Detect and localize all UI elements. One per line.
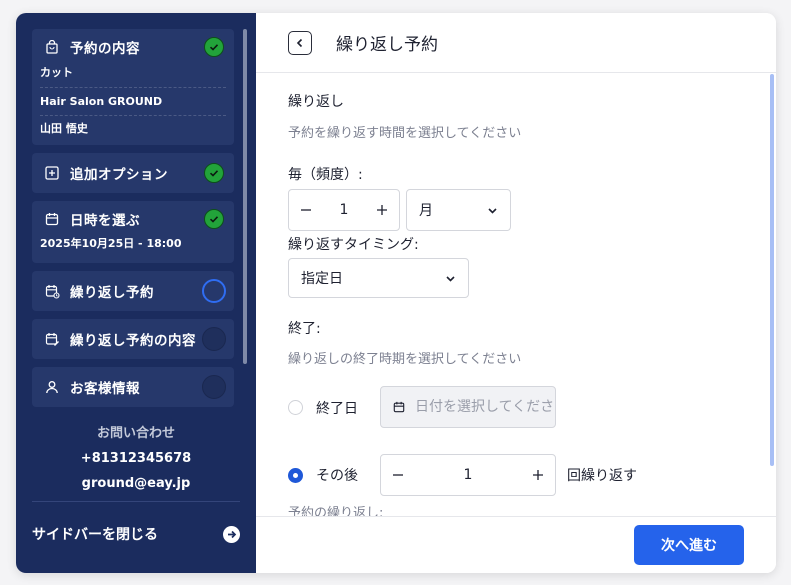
plus-icon[interactable]	[521, 455, 555, 495]
step-detail-datetime: 2025年10月25日 - 18:00	[40, 237, 182, 250]
back-button[interactable]	[288, 31, 312, 55]
contact-phone[interactable]: +81312345678	[16, 446, 256, 471]
step-title: 追加オプション	[70, 167, 168, 183]
step-title: お客様情報	[70, 381, 140, 397]
step-detail-salon: Hair Salon GROUND	[40, 95, 163, 108]
calendar-icon	[393, 401, 405, 413]
after-label: その後	[316, 468, 358, 484]
next-button[interactable]: 次へ進む	[634, 525, 744, 565]
step-recurring-details[interactable]: 繰り返し予約の内容	[32, 319, 234, 359]
close-sidebar-label: サイドバーを閉じる	[32, 527, 158, 543]
step-customer-info[interactable]: お客様情報	[32, 367, 234, 407]
chevron-down-icon	[488, 207, 497, 214]
footer: 次へ進む	[256, 516, 776, 573]
step-title: 繰り返し予約	[70, 285, 154, 301]
shopping-bag-icon	[44, 39, 60, 55]
check-circle-icon	[204, 37, 224, 57]
main-panel: 繰り返し予約 繰り返し 予約を繰り返す時間を選択してください 毎（頻度）: 1 …	[256, 13, 776, 573]
step-title: 予約の内容	[70, 41, 140, 57]
page-title: 繰り返し予約	[336, 35, 438, 55]
pending-circle-icon	[202, 375, 226, 399]
frequency-value: 1	[339, 202, 349, 218]
check-circle-icon	[204, 209, 224, 229]
contact-label: お問い合わせ	[96, 426, 175, 441]
step-select-datetime[interactable]: 日時を選ぶ 2025年10月25日 - 18:00	[32, 201, 234, 263]
sidebar-scrollbar[interactable]	[243, 29, 247, 364]
chevron-down-icon	[446, 275, 455, 282]
user-icon	[44, 379, 60, 395]
end-date-input[interactable]	[415, 399, 555, 415]
end-title: 終了:	[288, 321, 321, 337]
close-sidebar-button[interactable]: サイドバーを閉じる	[32, 521, 240, 547]
contact-info: お問い合わせ +81312345678 ground@eay.jp	[16, 421, 256, 496]
arrow-right-circle-icon	[223, 525, 240, 543]
step-recurring-booking[interactable]: 繰り返し予約	[32, 271, 234, 311]
frequency-unit-value: 月	[419, 203, 433, 219]
repeat-suffix: 回繰り返す	[567, 468, 637, 484]
page-header: 繰り返し予約	[256, 13, 776, 73]
step-detail-service: カット	[40, 66, 73, 79]
divider	[32, 501, 240, 502]
minus-icon[interactable]	[381, 455, 415, 495]
frequency-stepper[interactable]: 1	[288, 189, 400, 231]
timing-label: 繰り返すタイミング:	[288, 237, 419, 253]
sidebar: 予約の内容 カット Hair Salon GROUND 山田 悟史 追加オプショ…	[16, 13, 256, 573]
end-date-label: 終了日	[316, 401, 358, 417]
step-detail-staff: 山田 悟史	[40, 122, 88, 135]
progress-circle-icon	[202, 279, 226, 303]
frequency-label: 毎（頻度）:	[288, 167, 363, 183]
repeat-count-stepper[interactable]: 1	[380, 454, 556, 496]
calendar-edit-icon	[44, 331, 60, 347]
repeat-count-value: 1	[463, 467, 473, 483]
plus-square-icon	[44, 165, 60, 181]
calendar-repeat-icon	[44, 283, 60, 299]
recurrence-summary-label: 予約の繰り返し:	[288, 506, 384, 516]
step-booking-details[interactable]: 予約の内容 カット Hair Salon GROUND 山田 悟史	[32, 29, 234, 145]
booking-window: 予約の内容 カット Hair Salon GROUND 山田 悟史 追加オプショ…	[16, 13, 776, 573]
end-hint: 繰り返しの終了時期を選択してください	[288, 352, 522, 367]
end-date-field[interactable]	[380, 386, 556, 428]
sidebar-steps[interactable]: 予約の内容 カット Hair Salon GROUND 山田 悟史 追加オプショ…	[16, 13, 256, 410]
minus-icon[interactable]	[289, 190, 323, 230]
timing-value: 指定日	[301, 271, 343, 287]
calendar-icon	[44, 211, 60, 227]
pending-circle-icon	[202, 327, 226, 351]
step-additional-options[interactable]: 追加オプション	[32, 153, 234, 193]
end-date-radio[interactable]	[288, 400, 303, 415]
after-count-radio[interactable]	[288, 468, 303, 483]
step-title: 日時を選ぶ	[70, 213, 140, 229]
chevron-left-icon	[296, 38, 303, 48]
form-content[interactable]: 繰り返し 予約を繰り返す時間を選択してください 毎（頻度）: 1 月 繰り返すタ…	[256, 74, 776, 516]
plus-icon[interactable]	[365, 190, 399, 230]
section-title: 繰り返し	[288, 94, 344, 110]
frequency-unit-select[interactable]: 月	[406, 189, 511, 231]
timing-select[interactable]: 指定日	[288, 258, 469, 298]
section-hint: 予約を繰り返す時間を選択してください	[288, 126, 522, 141]
step-title: 繰り返し予約の内容	[70, 333, 196, 349]
contact-email[interactable]: ground@eay.jp	[16, 471, 256, 496]
check-circle-icon	[204, 163, 224, 183]
content-scrollbar[interactable]	[770, 74, 774, 466]
